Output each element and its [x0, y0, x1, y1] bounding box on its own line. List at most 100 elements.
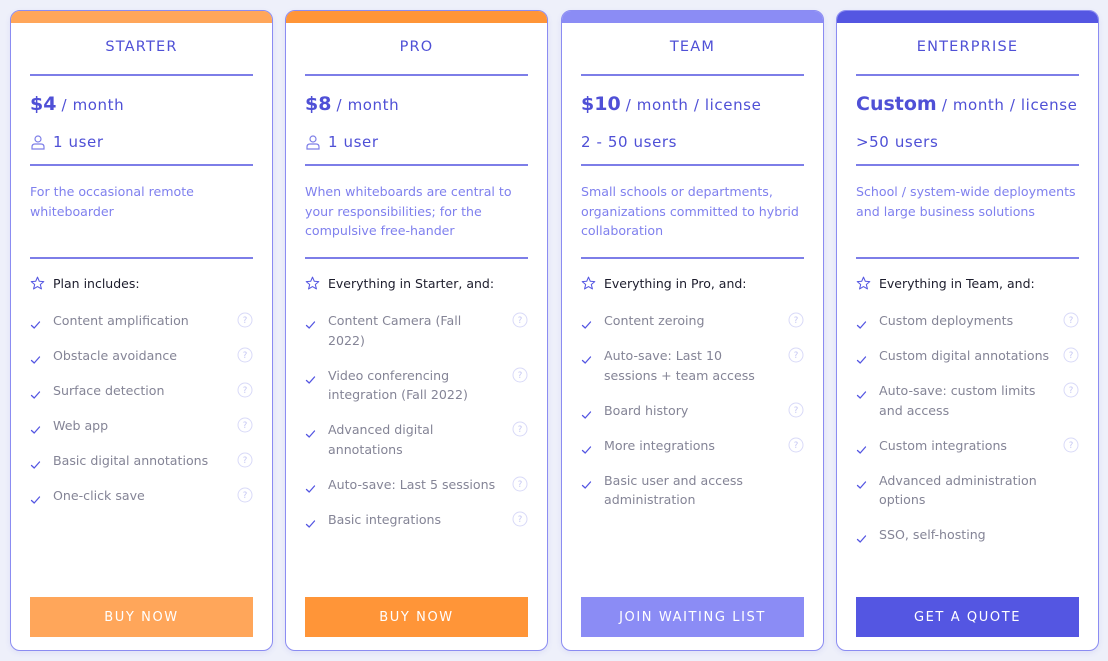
- buy-now-button[interactable]: BUY NOW: [305, 597, 528, 637]
- help-tooltip-icon[interactable]: ?: [512, 421, 528, 437]
- help-tooltip-icon[interactable]: ?: [237, 452, 253, 468]
- plan-price: $10 / month / license: [581, 93, 804, 115]
- svg-text:?: ?: [243, 386, 248, 396]
- svg-text:?: ?: [518, 316, 523, 326]
- plan-card-team: TEAM $10 / month / license 2 - 50 users …: [561, 10, 824, 651]
- feature-item: Auto-save: Last 10 sessions + team acces…: [581, 346, 804, 385]
- feature-item: Board history?: [581, 401, 804, 421]
- divider: [581, 257, 804, 259]
- feature-label: One-click save: [53, 488, 145, 503]
- feature-label: Content amplification: [53, 313, 189, 328]
- feature-item: Obstacle avoidance?: [30, 346, 253, 366]
- check-icon: [305, 480, 316, 493]
- feature-list: Content zeroing? Auto-save: Last 10 sessi…: [581, 311, 804, 525]
- check-icon: [305, 425, 316, 438]
- users-count: 1 user: [53, 133, 104, 151]
- user-icon: [306, 135, 320, 150]
- feature-label: Board history: [604, 402, 689, 418]
- plan-price: Custom / month / license: [856, 93, 1079, 115]
- plan-price: $4 / month: [30, 93, 253, 115]
- plan-name: TEAM: [669, 39, 716, 55]
- price-period: / month / license: [625, 96, 762, 114]
- help-tooltip-icon[interactable]: ?: [512, 476, 528, 492]
- feature-item: Basic digital annotations?: [30, 451, 253, 471]
- svg-text:?: ?: [243, 421, 248, 431]
- plan-card-pro: PRO $8 / month 1 user When whiteboards a…: [285, 10, 548, 651]
- plan-description: For the occasional remote whiteboarder: [30, 184, 194, 219]
- star-icon: [856, 276, 871, 290]
- help-tooltip-icon[interactable]: ?: [1063, 437, 1079, 453]
- features-heading: Plan includes:: [30, 276, 253, 291]
- help-tooltip-icon[interactable]: ?: [512, 312, 528, 328]
- plan-description: School / system-wide deployments and lar…: [856, 184, 1076, 219]
- features-heading-label: Everything in Pro, and:: [604, 276, 747, 291]
- help-tooltip-icon[interactable]: ?: [788, 312, 804, 328]
- price-amount: Custom: [856, 93, 937, 115]
- svg-text:?: ?: [794, 316, 799, 326]
- feature-list: Content amplification? Obstacle avoidance…: [30, 311, 253, 521]
- plan-card-starter: STARTER $4 / month 1 user For the occasi…: [10, 10, 273, 651]
- buy-now-button[interactable]: BUY NOW: [30, 597, 253, 637]
- help-tooltip-icon[interactable]: ?: [237, 347, 253, 363]
- svg-text:?: ?: [518, 425, 523, 435]
- feature-item: Advanced digital annotations?: [305, 420, 528, 459]
- check-icon: [581, 441, 592, 454]
- feature-item: More integrations?: [581, 436, 804, 456]
- help-tooltip-icon[interactable]: ?: [512, 367, 528, 383]
- svg-text:?: ?: [1069, 351, 1074, 361]
- features-heading: Everything in Team, and:: [856, 276, 1079, 291]
- plan-description: When whiteboards are central to your res…: [305, 184, 512, 238]
- divider: [305, 257, 528, 259]
- help-tooltip-icon[interactable]: ?: [1063, 347, 1079, 363]
- feature-label: Content Camera (Fall 2022): [328, 313, 462, 348]
- check-icon: [581, 406, 592, 419]
- feature-label: Custom deployments: [879, 313, 1014, 328]
- svg-text:?: ?: [243, 351, 248, 361]
- help-tooltip-icon[interactable]: ?: [788, 402, 804, 418]
- check-icon: [305, 316, 316, 329]
- feature-item: Surface detection?: [30, 381, 253, 401]
- feature-item: One-click save?: [30, 486, 253, 506]
- svg-text:?: ?: [1069, 441, 1074, 451]
- feature-list: Content Camera (Fall 2022)? Video confere…: [305, 311, 528, 545]
- feature-list: Custom deployments? Custom digital annota…: [856, 311, 1079, 560]
- svg-text:?: ?: [1069, 316, 1074, 326]
- feature-label: Basic user and access administration: [604, 472, 743, 508]
- features-heading: Everything in Pro, and:: [581, 276, 804, 291]
- divider: [856, 257, 1079, 259]
- help-tooltip-icon[interactable]: ?: [237, 312, 253, 328]
- join-waiting-list-button[interactable]: JOIN WAITING LIST: [581, 597, 804, 637]
- get-a-quote-button[interactable]: GET A QUOTE: [856, 597, 1079, 637]
- feature-label: Auto-save: Last 10 sessions + team acces…: [604, 348, 755, 383]
- feature-item: Content zeroing?: [581, 311, 804, 331]
- plan-users: >50 users: [856, 133, 1079, 151]
- divider: [581, 164, 804, 166]
- help-tooltip-icon[interactable]: ?: [512, 511, 528, 527]
- star-icon: [305, 276, 320, 290]
- svg-text:?: ?: [518, 371, 523, 381]
- feature-label: Auto-save: custom limits and access: [879, 383, 1036, 418]
- price-amount: $10: [581, 93, 621, 115]
- price-period: / month / license: [941, 96, 1078, 114]
- help-tooltip-icon[interactable]: ?: [1063, 382, 1079, 398]
- help-tooltip-icon[interactable]: ?: [237, 487, 253, 503]
- help-tooltip-icon[interactable]: ?: [788, 347, 804, 363]
- feature-label: More integrations: [604, 437, 715, 453]
- feature-item: Custom digital annotations?: [856, 346, 1079, 366]
- feature-item: Basic integrations?: [305, 510, 528, 530]
- help-tooltip-icon[interactable]: ?: [1063, 312, 1079, 328]
- check-icon: [856, 530, 867, 543]
- features-heading-label: Everything in Team, and:: [879, 276, 1035, 291]
- help-tooltip-icon[interactable]: ?: [237, 382, 253, 398]
- plan-users: 2 - 50 users: [581, 133, 804, 151]
- svg-text:?: ?: [243, 456, 248, 466]
- feature-label: Custom integrations: [879, 437, 1007, 453]
- help-tooltip-icon[interactable]: ?: [237, 417, 253, 433]
- svg-text:?: ?: [243, 491, 248, 501]
- check-icon: [581, 476, 592, 489]
- users-count: 2 - 50 users: [581, 133, 678, 151]
- help-tooltip-icon[interactable]: ?: [788, 437, 804, 453]
- divider: [305, 74, 528, 76]
- feature-item: Advanced administration options: [856, 471, 1079, 510]
- divider: [856, 164, 1079, 166]
